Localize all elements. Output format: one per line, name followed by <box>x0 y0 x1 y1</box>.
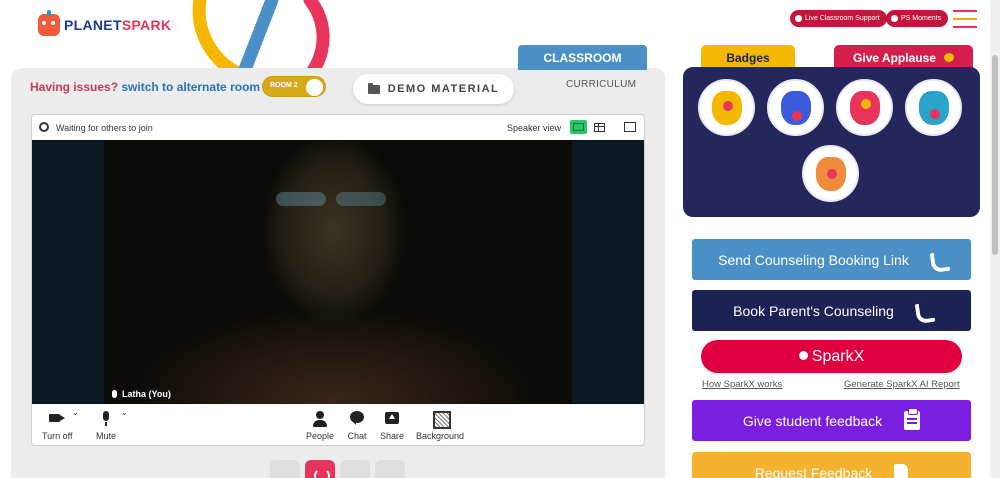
fist-badge-icon[interactable] <box>767 79 824 136</box>
share-label: Share <box>380 431 405 441</box>
turn-off-camera-button[interactable]: Turn off <box>42 404 73 441</box>
document-icon <box>894 464 909 478</box>
student-feedback-label: Give student feedback <box>742 412 883 429</box>
participant-video <box>104 140 572 404</box>
mic-options-chevron-icon[interactable]: ⌄ <box>121 408 128 417</box>
gallery-view-icon[interactable] <box>591 120 608 134</box>
sparkx-button[interactable]: SparkX <box>701 340 962 373</box>
microphone-icon <box>96 408 116 428</box>
phone-icon <box>916 303 930 319</box>
end-class-power-button[interactable] <box>305 460 335 478</box>
sparkx-label: SparkX <box>811 347 865 365</box>
issues-question: Having issues? <box>30 80 119 94</box>
people-button[interactable]: People <box>306 404 334 441</box>
robot-logo-icon <box>38 10 60 36</box>
settings-button[interactable] <box>375 460 405 478</box>
participant-name-tag: Latha (You) <box>112 389 171 399</box>
camera-options-chevron-icon[interactable]: ⌄ <box>72 408 79 417</box>
speaker-view-icon[interactable] <box>570 120 587 134</box>
share-button[interactable]: Share <box>380 404 404 441</box>
give-applause-label: Give Applause <box>853 50 936 65</box>
send-counseling-booking-link-button[interactable]: Send Counseling Booking Link <box>692 239 971 280</box>
video-controls: Turn off ⌄ Mute ⌄ People Chat Share Back… <box>32 404 644 445</box>
background-label: Background <box>416 431 465 441</box>
book-counseling-label: Book Parent's Counseling <box>733 302 894 319</box>
turn-off-label: Turn off <box>42 431 73 441</box>
support-icon <box>795 15 802 22</box>
mute-button[interactable]: Mute <box>96 404 116 441</box>
idea-badge-icon[interactable] <box>905 79 962 136</box>
badges-panel <box>683 67 980 217</box>
share-screen-icon <box>382 408 402 428</box>
generate-sparkx-report-link[interactable]: Generate SparkX AI Report <box>844 379 960 390</box>
page-scrollbar[interactable] <box>990 0 1000 478</box>
moments-icon <box>891 15 898 22</box>
speaker-view-label: Speaker view <box>507 123 562 133</box>
gear-icon[interactable] <box>39 122 49 132</box>
scrollbar-thumb[interactable] <box>992 55 998 255</box>
mute-label: Mute <box>96 431 117 441</box>
people-label: People <box>306 431 335 441</box>
logo-text-spark: SPARK <box>121 17 172 33</box>
robot-badge-icon[interactable] <box>802 145 859 202</box>
room-toggle-label: ROOM 2 <box>270 82 298 89</box>
demo-material-label: DEMO MATERIAL <box>387 83 500 95</box>
popout-icon[interactable] <box>622 120 639 134</box>
chat-label: Chat <box>347 431 367 441</box>
switch-room-link[interactable]: switch to alternate room <box>121 80 260 94</box>
request-feedback-label: Request Feedback <box>754 464 873 478</box>
tab-curriculum[interactable]: CURRICULUM <box>566 79 636 90</box>
sparkx-icon <box>798 351 808 360</box>
leader-badge-icon[interactable] <box>836 79 893 136</box>
alternate-room-prompt: Having issues? switch to alternate room <box>30 80 260 94</box>
video-call-card: Waiting for others to join Speaker view … <box>31 114 645 446</box>
people-icon <box>310 408 330 428</box>
live-support-label: Live Classroom Support <box>805 15 880 22</box>
clap-icon <box>943 53 954 62</box>
how-sparkx-works-link[interactable]: How SparkX works <box>702 379 782 390</box>
tab-classroom[interactable]: CLASSROOM <box>518 45 647 70</box>
send-counseling-label: Send Counseling Booking Link <box>718 251 909 268</box>
room-2-toggle[interactable]: ROOM 2 <box>262 76 326 97</box>
waiting-status: Waiting for others to join <box>56 123 153 133</box>
mic-icon <box>112 390 117 398</box>
live-classroom-support-button[interactable]: Live Classroom Support <box>790 10 887 27</box>
background-icon <box>430 408 452 429</box>
ps-moments-label: PS Moments <box>901 15 942 22</box>
participant-name: Latha (You) <box>122 389 171 399</box>
phone-icon <box>931 252 945 268</box>
give-student-feedback-button[interactable]: Give student feedback <box>692 400 971 441</box>
chat-icon <box>347 408 367 428</box>
demo-material-button[interactable]: DEMO MATERIAL <box>353 74 514 104</box>
camera-icon <box>47 408 67 428</box>
ps-moments-button[interactable]: PS Moments <box>886 10 949 27</box>
request-feedback-button[interactable]: Request Feedback <box>692 452 971 478</box>
clipboard-icon <box>904 408 921 430</box>
book-parent-counseling-button[interactable]: Book Parent's Counseling <box>692 290 971 331</box>
trophy-badge-icon[interactable] <box>698 79 755 136</box>
video-header: Waiting for others to join Speaker view <box>32 115 644 140</box>
toggle-knob <box>306 79 323 96</box>
logo-text-planet: PLANET <box>64 17 122 33</box>
planetspark-logo[interactable]: PLANETSPARK <box>38 10 172 36</box>
video-stream: Latha (You) <box>32 140 644 404</box>
fullscreen-button[interactable] <box>270 460 300 478</box>
background-button[interactable]: Background <box>416 404 464 441</box>
chat-button[interactable]: Chat <box>347 404 367 441</box>
folder-icon <box>367 82 380 94</box>
hamburger-menu-icon[interactable] <box>953 10 977 28</box>
screen-button[interactable] <box>340 460 370 478</box>
